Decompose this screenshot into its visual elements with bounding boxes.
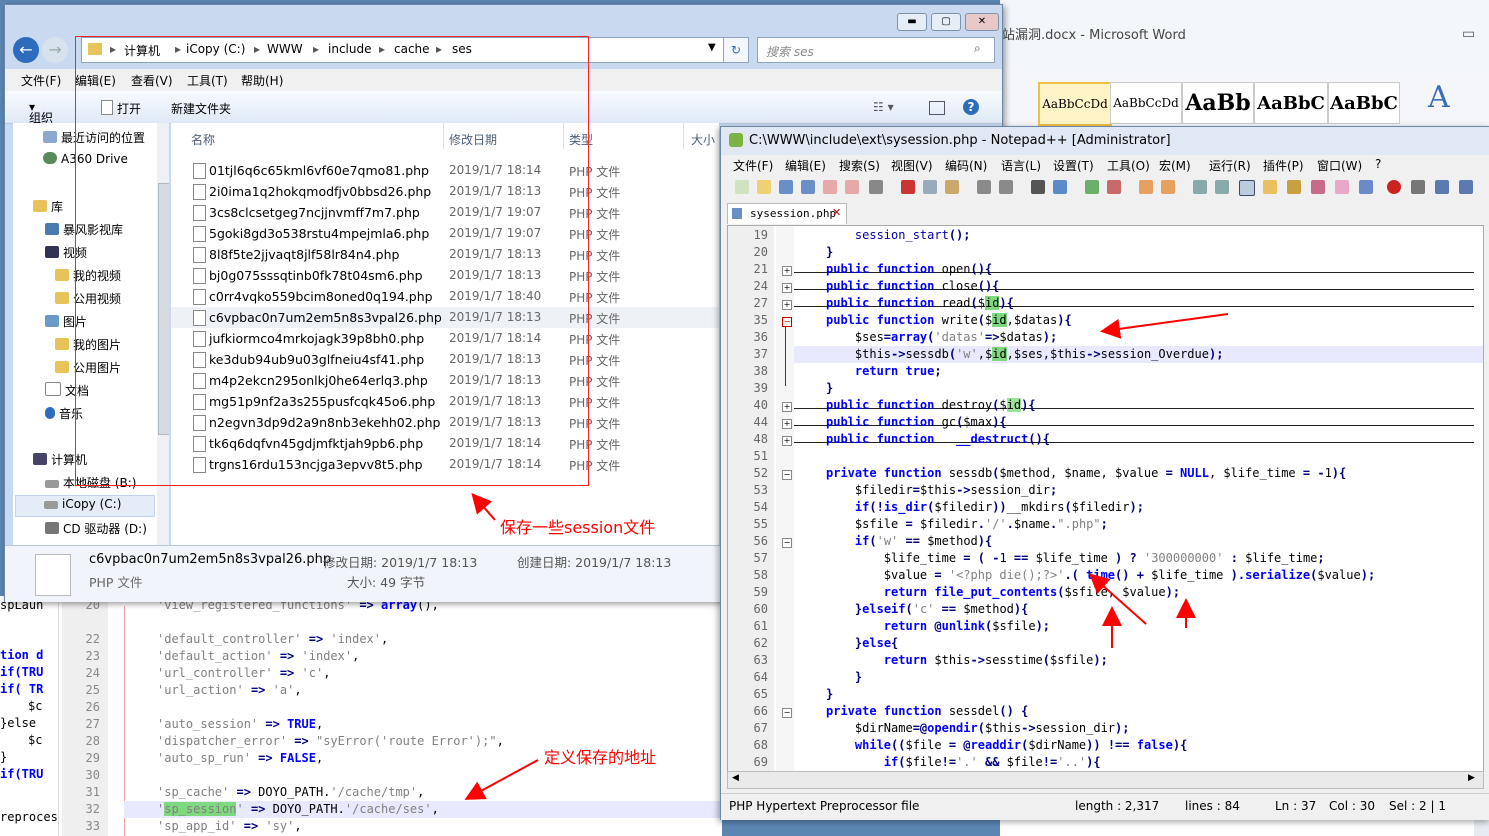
arrow-to-files (471, 492, 496, 521)
annotation-arrows (464, 313, 1229, 800)
arrow-to-write (1100, 313, 1229, 339)
arrow-to-sp-session (464, 759, 539, 800)
arrow-to-die (1089, 573, 1147, 625)
